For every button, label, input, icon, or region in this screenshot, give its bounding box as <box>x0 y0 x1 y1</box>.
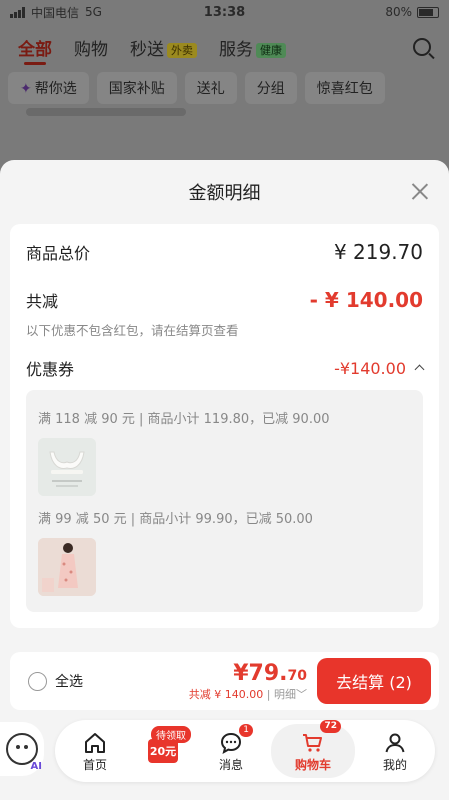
tab-instant[interactable]: 秒送 外卖 <box>130 35 197 60</box>
tab-cart-label: 购物车 <box>294 757 331 772</box>
sheet-title: 金额明细 <box>188 183 261 204</box>
total-label: 商品总价 <box>26 244 91 263</box>
amount-card: 商品总价 ¥ 219.70 共减 - ¥ 140.00 以下优惠不包含红包，请在… <box>10 224 439 628</box>
chevron-down-icon: ﹀ <box>296 687 307 701</box>
checkout-bar: 全选 ¥79.70 共减 ¥ 140.00 | 明细﹀ 去结算 (2) <box>10 652 439 710</box>
discount-note: 以下优惠不包含红包，请在结算页查看 <box>26 323 239 338</box>
cart-badge: 72 <box>320 720 341 733</box>
filter-chips: ✦ 帮你选 国家补贴 送礼 分组 惊喜红包 <box>8 72 385 104</box>
takeout-tag: 外卖 <box>167 42 197 58</box>
sparkle-icon: ✦ <box>20 81 32 97</box>
tab-all[interactable]: 全部 <box>18 35 52 65</box>
tab-instant-label: 秒送 <box>130 39 164 60</box>
chip-red-packet[interactable]: 惊喜红包 <box>304 72 385 104</box>
total-price: ¥79.70 <box>189 661 307 686</box>
chip-help-choose[interactable]: ✦ 帮你选 <box>8 72 89 104</box>
discount-label: 共减 <box>26 292 59 311</box>
coupon-label: 优惠券 <box>26 360 75 379</box>
chip-gift[interactable]: 送礼 <box>184 72 237 104</box>
product-thumbnail[interactable] <box>38 538 96 596</box>
coupon-pill: 待领取 <box>151 726 191 743</box>
select-all-label[interactable]: 全选 <box>55 671 83 691</box>
home-icon <box>85 732 105 753</box>
cart-icon <box>303 733 322 752</box>
tab-service-label: 服务 <box>219 39 253 60</box>
price-summary: ¥79.70 共减 ¥ 140.00 | 明细﹀ <box>189 661 307 702</box>
saved-summary[interactable]: 共减 ¥ 140.00 | 明细﹀ <box>189 686 307 702</box>
status-bar: 中国电信 5G 13:38 80% <box>0 0 449 24</box>
sheet-header: 金额明细 <box>0 160 449 224</box>
background-row <box>26 108 186 116</box>
ai-assistant-button[interactable]: AI <box>0 722 44 776</box>
tab-home-label: 首页 <box>82 757 107 772</box>
coupon-detail-panel: 满 118 减 90 元 | 商品小计 119.80，已减 90.00 满 99… <box>26 390 423 612</box>
tab-service[interactable]: 服务 健康 <box>219 35 286 60</box>
bottom-tab-bar: 首页 待领取 20元 1 消息 72 购物车 我的 <box>55 720 435 782</box>
tab-coupon[interactable]: 待领取 20元 <box>135 726 191 764</box>
price-int: ¥79. <box>233 660 288 686</box>
chevron-up-icon[interactable] <box>414 364 425 375</box>
tab-shopping[interactable]: 购物 <box>74 35 108 60</box>
coupon-detail-line: 满 99 减 50 元 | 商品小计 99.90，已减 50.00 <box>38 512 313 527</box>
price-decimal: 70 <box>287 667 307 684</box>
detail-link: 明细 <box>274 687 296 701</box>
tab-mine-label: 我的 <box>382 757 407 772</box>
coupon-detail-line: 满 118 减 90 元 | 商品小计 119.80，已减 90.00 <box>38 412 330 427</box>
coupon-value: -¥140.00 <box>334 358 406 378</box>
messages-badge: 1 <box>239 723 253 737</box>
saved-amount: 共减 ¥ 140.00 <box>188 687 264 701</box>
discount-row: 共减 - ¥ 140.00 <box>26 288 423 312</box>
health-tag: 健康 <box>256 42 286 58</box>
checkout-button[interactable]: 去结算 (2) <box>317 658 431 704</box>
chip-national-subsidy[interactable]: 国家补贴 <box>96 72 177 104</box>
chip-label: 帮你选 <box>34 81 77 97</box>
total-row: 商品总价 ¥ 219.70 <box>26 240 423 264</box>
total-value: ¥ 219.70 <box>333 240 423 264</box>
tab-home[interactable]: 首页 <box>67 730 123 773</box>
user-icon <box>385 733 405 752</box>
search-icon[interactable] <box>413 38 431 56</box>
tab-mine[interactable]: 我的 <box>367 730 423 773</box>
select-all-checkbox[interactable] <box>28 671 47 691</box>
amount-detail-sheet: 金额明细 商品总价 ¥ 219.70 共减 - ¥ 140.00 以下优惠不包含… <box>0 160 449 800</box>
close-icon[interactable] <box>411 182 429 200</box>
product-thumbnail[interactable] <box>38 438 96 496</box>
tab-messages-label: 消息 <box>218 757 243 772</box>
tab-cart[interactable]: 72 购物车 <box>271 720 355 778</box>
tab-messages[interactable]: 1 消息 <box>203 723 259 773</box>
battery-icon <box>417 6 439 18</box>
ai-label: AI <box>30 761 42 772</box>
coupon-row[interactable]: 优惠券 -¥140.00 <box>26 356 425 380</box>
top-nav: 全部 购物 秒送 外卖 服务 健康 <box>0 30 449 65</box>
discount-value: - ¥ 140.00 <box>309 288 423 312</box>
chip-group[interactable]: 分组 <box>244 72 297 104</box>
clock: 13:38 <box>203 4 246 20</box>
